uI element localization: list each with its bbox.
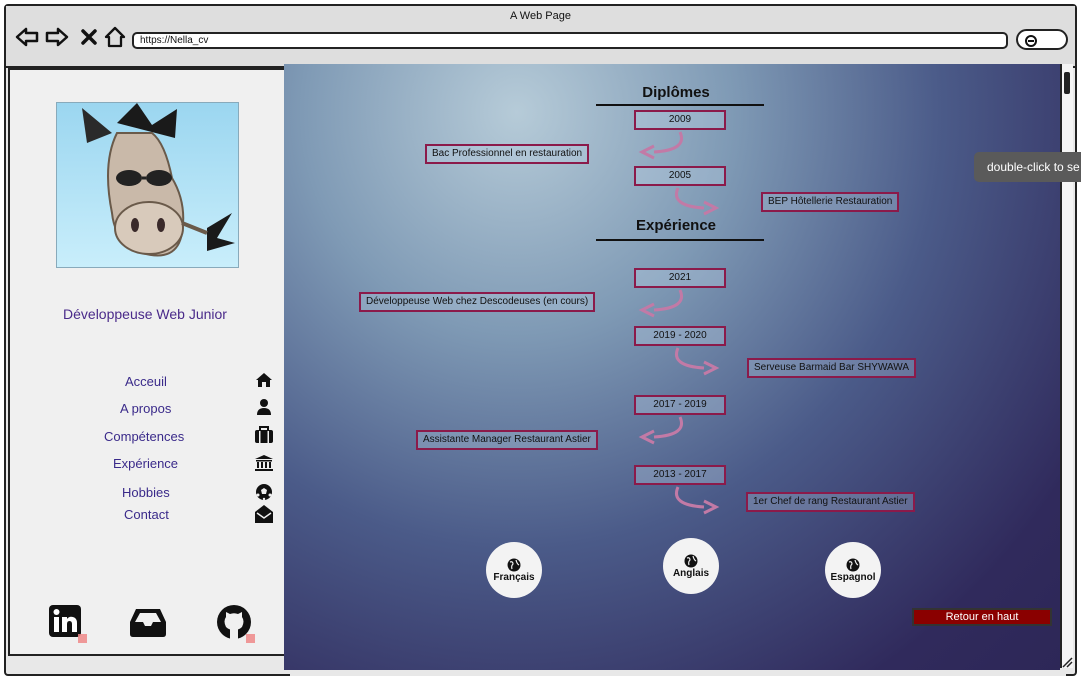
soccer-ball-icon[interactable] xyxy=(254,482,274,502)
diplomes-title: Diplômes xyxy=(642,84,710,101)
curved-arrow-right-icon xyxy=(675,486,720,515)
nav-contact[interactable]: Contact xyxy=(124,507,169,522)
curved-arrow-left-icon xyxy=(638,131,683,160)
globe-icon xyxy=(846,558,860,571)
briefcase-icon[interactable] xyxy=(254,425,274,445)
experience-divider xyxy=(596,239,764,241)
linkedin-icon[interactable] xyxy=(48,604,88,644)
language-francais[interactable]: Français xyxy=(486,542,542,598)
profile-photo xyxy=(56,102,239,268)
nav-competences[interactable]: Compétences xyxy=(104,429,184,444)
nav-experience[interactable]: Expérience xyxy=(113,456,178,471)
window-title: A Web Page xyxy=(510,10,571,22)
forward-arrow-icon[interactable] xyxy=(44,24,70,50)
scrollbar-thumb[interactable] xyxy=(1064,72,1070,94)
experience-title: Expérience xyxy=(635,217,717,234)
globe-icon xyxy=(507,558,521,571)
year-badge-2005: 2005 xyxy=(634,166,726,186)
user-icon[interactable] xyxy=(254,397,274,417)
job-title: Développeuse Web Junior xyxy=(63,306,227,322)
diplome-label-bac: Bac Professionnel en restauration xyxy=(425,144,590,164)
main-content: Diplômes 2009 Bac Professionnel en resta… xyxy=(284,64,1060,670)
title-bar: A Web Page https://Nella_cv xyxy=(6,6,1075,68)
language-label: Espagnol xyxy=(830,571,876,583)
inbox-icon[interactable] xyxy=(128,604,168,644)
experience-label-chef-de-rang: 1er Chef de rang Restaurant Astier xyxy=(746,492,915,512)
globe-icon xyxy=(684,554,698,567)
back-to-top-button[interactable]: Retour en haut xyxy=(912,608,1052,626)
year-badge-2009: 2009 xyxy=(634,110,726,130)
year-badge-2019-2020: 2019 - 2020 xyxy=(634,326,726,346)
curved-arrow-left-icon xyxy=(638,289,683,318)
stop-x-icon[interactable] xyxy=(76,24,102,50)
github-icon[interactable] xyxy=(216,604,256,644)
tooltip: double-click to se xyxy=(974,152,1081,182)
address-bar[interactable]: https://Nella_cv xyxy=(132,32,1008,49)
curved-arrow-right-icon xyxy=(675,347,720,376)
language-label: Français xyxy=(493,571,535,583)
search-field[interactable] xyxy=(1016,29,1068,50)
diplome-label-bep: BEP Hôtellerie Restauration xyxy=(761,192,900,212)
language-espagnol[interactable]: Espagnol xyxy=(825,542,881,598)
year-badge-2017-2019: 2017 - 2019 xyxy=(634,395,726,415)
back-arrow-icon[interactable] xyxy=(14,24,40,50)
experience-label-assistante: Assistante Manager Restaurant Astier xyxy=(416,430,598,450)
search-icon xyxy=(1025,35,1037,47)
bank-icon[interactable] xyxy=(254,453,274,473)
year-badge-2021: 2021 xyxy=(634,268,726,288)
curved-arrow-left-icon xyxy=(638,416,683,445)
experience-label-descodeuses: Développeuse Web chez Descodeuses (en co… xyxy=(359,292,596,312)
nav-acceuil[interactable]: Acceuil xyxy=(125,374,167,389)
language-anglais[interactable]: Anglais xyxy=(663,538,719,594)
nav-a-propos[interactable]: A propos xyxy=(120,401,171,416)
home-icon[interactable] xyxy=(254,370,274,390)
language-label: Anglais xyxy=(672,567,710,579)
experience-label-shywawa: Serveuse Barmaid Bar SHYWAWA xyxy=(747,358,917,378)
sidebar: Développeuse Web Junior Acceuil A propos… xyxy=(8,68,290,656)
curved-arrow-right-icon xyxy=(675,187,720,216)
diplomes-divider xyxy=(596,104,764,106)
envelope-open-icon[interactable] xyxy=(254,504,274,524)
home-icon[interactable] xyxy=(102,24,128,50)
resize-handle-icon[interactable] xyxy=(1061,655,1073,668)
nav-hobbies[interactable]: Hobbies xyxy=(122,485,170,500)
year-badge-2013-2017: 2013 - 2017 xyxy=(634,465,726,485)
